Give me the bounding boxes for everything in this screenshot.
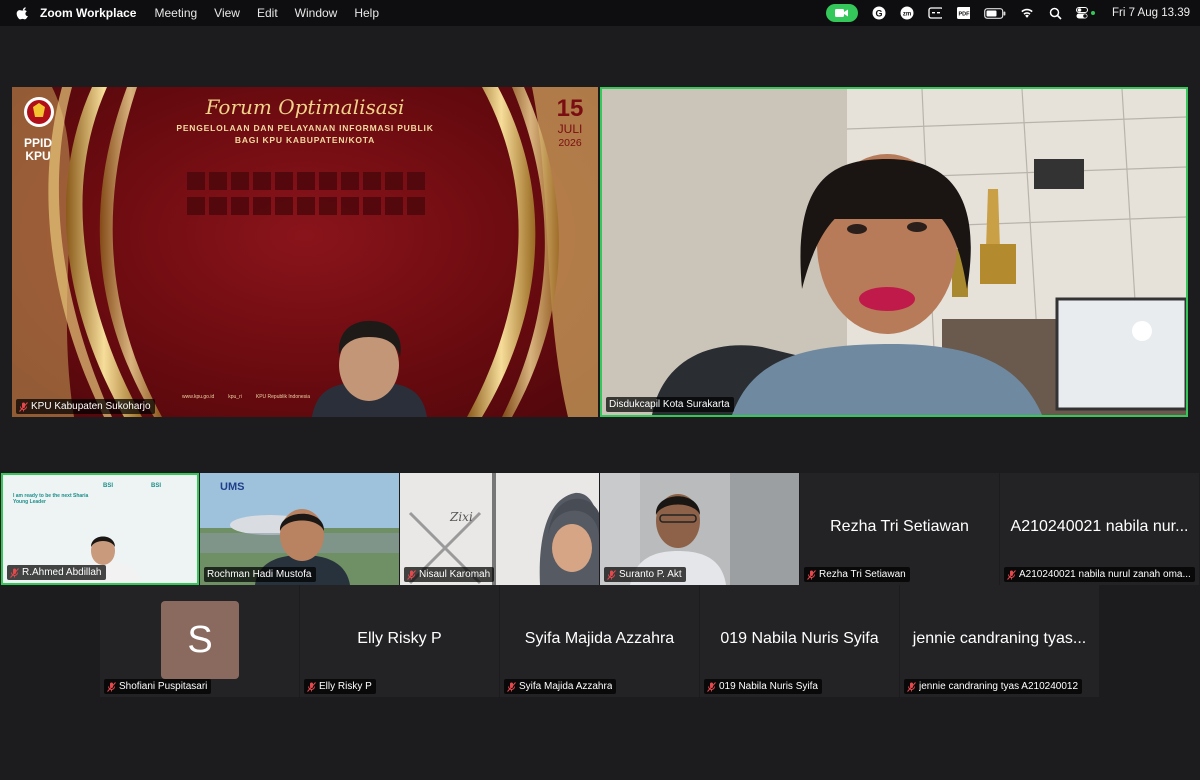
participant-name-tag: A210240021 nabila nurul zanah oma... [1004,567,1195,582]
ums-logo-text: UMS [220,481,244,493]
participant-name: R.Ahmed Abdillah [22,567,102,578]
participant-display-name: Elly Risky P [357,630,442,647]
participant-name: Nisaul Karomah [419,569,491,580]
microphone-muted-icon [807,569,816,580]
participant-name: Syifa Majida Azzahra [519,681,613,692]
participant-display-name: 019 Nabila Nuris Syifa [720,630,879,647]
video-tile-019-nabila-nuris-syifa[interactable]: 019 Nabila Nuris Syifa 019 Nabila Nuris … [700,585,899,697]
video-tile-syifa-majida-azzahra[interactable]: Syifa Majida Azzahra Syifa Majida Azzahr… [500,585,699,697]
video-tile-kpu-sukoharjo[interactable]: Forum Optimalisasi PENGELOLAAN DAN PELAY… [12,87,598,417]
zoom-icon[interactable]: zm [900,6,914,20]
slide-title: Forum Optimalisasi [205,95,405,119]
microphone-muted-icon [507,681,516,692]
control-center-icon[interactable] [1076,6,1096,20]
video-tile-a210240021-nabila[interactable]: A210240021 nabila nur... A210240021 nabi… [1000,473,1199,585]
participant-name-tag: Rezha Tri Setiawan [804,567,910,582]
microphone-muted-icon [10,567,19,578]
ppid-kpu-logo-text: PPID KPU [22,137,54,163]
slide-date-month: JULI [557,122,583,136]
video-tile-disdukcapil-surakarta[interactable]: Disdukcapil Kota Surakarta [600,87,1188,417]
slide-footer: www.kpu.go.id kpu_ri KPU Republik Indone… [182,394,310,400]
video-tile-rezha-tri-setiawan[interactable]: Rezha Tri Setiawan Rezha Tri Setiawan [800,473,999,585]
participant-name: Shofiani Puspitasari [119,681,208,692]
participant-name: 019 Nabila Nuris Syifa [719,681,818,692]
svg-text:zm: zm [903,12,911,18]
microphone-muted-icon [707,681,716,692]
participant-name-tag: Syifa Majida Azzahra [504,679,617,694]
participant-name-tag: jennie candraning tyas A210240012 [904,679,1083,694]
menu-view[interactable]: View [214,6,240,20]
video-tile-r-ahmed-abdillah[interactable]: BSI BSI I am ready to be the next Sharia… [1,473,199,585]
microphone-muted-icon [607,569,616,580]
participant-name-tag: Rochman Hadi Mustofa [204,567,316,582]
participant-display-name: Syifa Majida Azzahra [524,630,675,647]
menu-bar: Zoom Workplace Meeting View Edit Window … [0,0,1200,26]
participant-display-name: jennie candraning tyas... [912,630,1087,647]
caption-icon[interactable] [928,6,942,20]
participant-name: A210240021 nabila nurul zanah oma... [1019,569,1191,580]
participant-name-tag: Suranto P. Akt [604,567,686,582]
video-tile-nisaul-karomah[interactable]: Zixi Nisaul Karomah [400,473,599,585]
bsi-logo-text: BSI [103,483,113,489]
wifi-icon[interactable] [1020,6,1034,20]
slide-subtitle-line1: PENGELOLAAN DAN PELAYANAN INFORMASI PUBL… [176,123,434,133]
participant-name: Rezha Tri Setiawan [819,569,906,580]
participant-name: KPU Kabupaten Sukoharjo [31,401,151,412]
participant-name: Rochman Hadi Mustofa [207,569,312,580]
video-tile-rochman-hadi-mustofa[interactable]: UMS Rochman Hadi Mustofa [200,473,399,585]
video-camera-icon[interactable] [826,4,858,22]
microphone-muted-icon [19,401,28,412]
participant-name-tag: Elly Risky P [304,679,376,694]
slide-date-day: 15 [556,95,584,122]
status-area: G zm PDF Fri 7 Aug 13.39 [826,0,1190,26]
menu-help[interactable]: Help [354,6,379,20]
participant-name: Disdukcapil Kota Surakarta [609,399,730,410]
menu-meeting[interactable]: Meeting [154,6,197,20]
battery-icon[interactable] [984,6,1006,20]
microphone-muted-icon [307,681,316,692]
svg-text:PDF: PDF [959,12,971,18]
participant-name-tag: 019 Nabila Nuris Syifa [704,679,822,694]
participant-name-tag: Disdukcapil Kota Surakarta [606,397,734,412]
participant-display-name: A210240021 nabila nur... [1010,518,1189,535]
participant-name-tag: KPU Kabupaten Sukoharjo [16,399,155,414]
kpu-logo-icon [24,97,54,127]
participant-name-tag: R.Ahmed Abdillah [7,565,106,580]
participant-display-name: Rezha Tri Setiawan [830,518,969,535]
microphone-muted-icon [1007,569,1016,580]
apple-icon[interactable] [16,6,30,20]
presenter-video [312,320,427,417]
grammarly-icon[interactable]: G [872,6,886,20]
video-tile-shofiani-puspitasari[interactable]: S Shofiani Puspitasari [100,585,299,697]
slide-date-year: 2026 [558,137,582,149]
footer-website: www.kpu.go.id [182,394,215,400]
avatar: S [161,601,239,679]
participant-video [602,89,1186,415]
video-tile-elly-risky-p[interactable]: Elly Risky P Elly Risky P [300,585,499,697]
footer-instagram: kpu_ri [228,394,242,400]
microphone-muted-icon [907,681,916,692]
bsi-heading: I am ready to be the next Sharia Young L… [13,493,89,505]
participant-name: Suranto P. Akt [619,569,682,580]
svg-text:G: G [875,9,882,19]
menu-window[interactable]: Window [295,6,338,20]
participant-name: jennie candraning tyas A210240012 [919,681,1079,692]
microphone-muted-icon [407,569,416,580]
slide-subtitle-line2: BAGI KPU KABUPATEN/KOTA [234,135,376,145]
search-icon[interactable] [1048,6,1062,20]
menu-edit[interactable]: Edit [257,6,278,20]
footer-facebook: KPU Republik Indonesia [255,394,311,400]
menubar-clock[interactable]: Fri 7 Aug 13.39 [1112,7,1190,19]
video-tile-jennie-candraning-tyas[interactable]: jennie candraning tyas... jennie candran… [900,585,1099,697]
participant-name: Elly Risky P [319,681,372,692]
participant-name-tag: Nisaul Karomah [404,567,495,582]
participant-name-tag: Shofiani Puspitasari [104,679,212,694]
microphone-muted-icon [107,681,116,692]
video-tile-suranto-p-akt[interactable]: Suranto P. Akt [600,473,799,585]
bsi-logo-text-2: BSI [151,483,161,489]
wall-sign-text: Zixi [449,510,473,524]
app-menu[interactable]: Zoom Workplace [40,6,136,20]
logo-text-kpu: KPU [25,149,51,163]
pdf-icon[interactable]: PDF [956,6,970,20]
